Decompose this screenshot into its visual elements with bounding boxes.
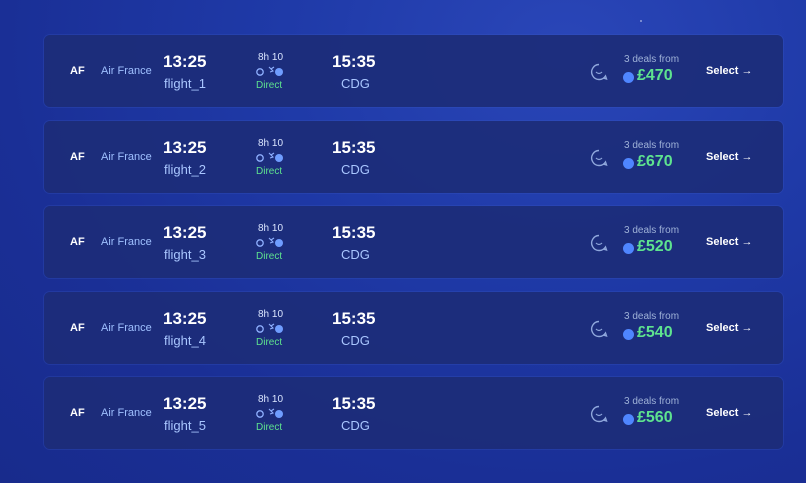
flight-duration: 8h 10 (258, 308, 284, 320)
route-plane-icon (255, 150, 285, 164)
chat-bubble-icon[interactable] (589, 319, 609, 339)
airline-code: AF (70, 236, 85, 249)
price: £540 (637, 323, 673, 341)
select-button[interactable]: Select → (706, 65, 752, 77)
arrival-time: 15:35 (332, 52, 376, 71)
departure-time: 13:25 (163, 308, 207, 328)
departure-time: 13:25 (163, 137, 207, 157)
airline-name: Air France (101, 150, 152, 163)
route-plane-icon (255, 235, 285, 249)
flight-card[interactable]: AF Air France 13:25 flight_2 8h 10 Direc… (44, 120, 783, 193)
provider-dot-icon (623, 243, 634, 255)
chat-bubble-icon[interactable] (589, 148, 609, 168)
background-speck (640, 20, 642, 22)
deals-label: 3 deals from (624, 396, 680, 408)
flight-card[interactable]: AF Air France 13:25 flight_3 8h 10 Direc… (44, 206, 783, 279)
airline-code: AF (70, 150, 85, 163)
departure-time: 13:25 (163, 394, 207, 414)
select-button[interactable]: Select → (706, 236, 752, 248)
airline-name: Air France (101, 321, 152, 334)
provider-dot-icon (623, 72, 634, 83)
flight-id: flight_2 (164, 161, 206, 177)
flight-results-list: AF Air France 13:25 flight_1 8h 10 Direc… (44, 35, 783, 463)
price: £670 (637, 152, 673, 170)
stops-label: Direct (256, 336, 283, 348)
deals-label: 3 deals from (624, 225, 680, 237)
route-plane-icon (255, 321, 285, 335)
chat-bubble-icon[interactable] (589, 62, 609, 82)
provider-dot-icon (623, 414, 634, 426)
arrival-airport: CDG (341, 418, 370, 434)
chat-bubble-icon[interactable] (589, 404, 609, 424)
arrival-time: 15:35 (332, 137, 376, 157)
airline-name: Air France (101, 407, 152, 420)
flight-duration: 8h 10 (258, 394, 284, 406)
select-button[interactable]: Select → (706, 407, 752, 419)
airline-code: AF (70, 321, 85, 334)
flight-id: flight_1 (164, 76, 206, 91)
price: £470 (637, 67, 673, 84)
airline-name: Air France (101, 236, 152, 249)
arrival-time: 15:35 (332, 223, 376, 243)
deals-label: 3 deals from (624, 310, 680, 322)
flight-duration: 8h 10 (258, 52, 284, 63)
deals-label: 3 deals from (624, 139, 680, 151)
arrival-time: 15:35 (332, 394, 376, 414)
arrival-airport: CDG (341, 247, 370, 263)
stops-label: Direct (256, 251, 283, 263)
airline-name: Air France (101, 65, 152, 77)
stops-label: Direct (256, 80, 283, 91)
flight-card[interactable]: AF Air France 13:25 flight_1 8h 10 Direc… (44, 35, 783, 107)
arrival-airport: CDG (341, 76, 370, 91)
stops-label: Direct (256, 165, 283, 177)
flight-id: flight_5 (164, 418, 206, 434)
provider-dot-icon (623, 157, 634, 169)
flight-card[interactable]: AF Air France 13:25 flight_4 8h 10 Direc… (44, 291, 783, 364)
departure-time: 13:25 (163, 223, 207, 243)
stops-label: Direct (256, 422, 283, 434)
arrival-airport: CDG (341, 161, 370, 177)
flight-id: flight_4 (164, 332, 206, 348)
route-plane-icon (255, 406, 285, 420)
chat-bubble-icon[interactable] (589, 233, 609, 253)
price: £520 (637, 238, 673, 256)
route-plane-icon (255, 64, 285, 78)
provider-dot-icon (623, 328, 634, 340)
flight-duration: 8h 10 (258, 137, 284, 149)
flight-id: flight_3 (164, 247, 206, 263)
arrival-airport: CDG (341, 332, 370, 348)
price: £560 (637, 409, 673, 427)
departure-time: 13:25 (163, 52, 207, 71)
deals-label: 3 deals from (624, 54, 680, 65)
select-button[interactable]: Select → (706, 322, 752, 334)
flight-duration: 8h 10 (258, 223, 284, 235)
airline-code: AF (70, 407, 85, 420)
flight-card[interactable]: AF Air France 13:25 flight_5 8h 10 Direc… (44, 377, 783, 450)
select-button[interactable]: Select → (706, 151, 752, 163)
airline-code: AF (70, 65, 85, 77)
arrival-time: 15:35 (332, 308, 376, 328)
